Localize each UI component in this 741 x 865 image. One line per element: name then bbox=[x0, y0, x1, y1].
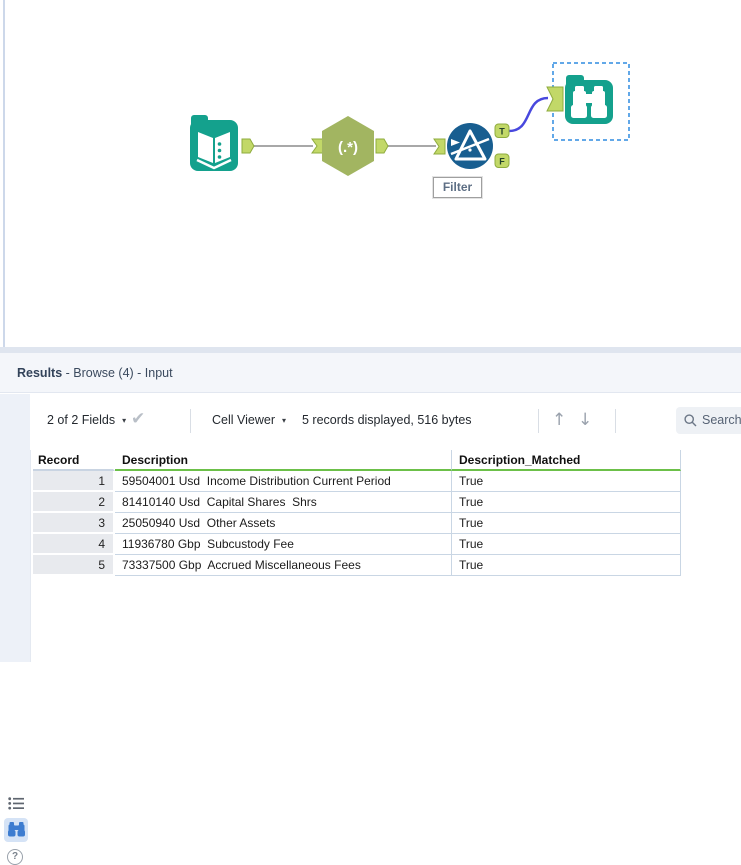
column-header-record[interactable]: Record bbox=[33, 450, 115, 471]
chevron-down-icon: ▾ bbox=[122, 416, 127, 425]
scroll-up-arrow-icon[interactable]: ↑ bbox=[552, 406, 566, 434]
results-title-bar: Results - Browse (4) - Input bbox=[0, 353, 741, 393]
regex-input-anchor[interactable] bbox=[311, 138, 324, 154]
matched-cell[interactable]: True bbox=[452, 534, 681, 555]
description-cell[interactable]: 11936780 Gbp Subcustody Fee bbox=[115, 534, 452, 555]
results-table: Record Description Description_Matched 1… bbox=[33, 450, 681, 576]
input-data-tool[interactable] bbox=[190, 115, 255, 171]
results-title: Results bbox=[17, 366, 63, 380]
description-cell[interactable]: 73337500 Gbp Accrued Miscellaneous Fees bbox=[115, 555, 452, 576]
column-header-description-matched[interactable]: Description_Matched bbox=[452, 450, 681, 471]
description-cell[interactable]: 81410140 Usd Capital Shares Shrs bbox=[115, 492, 452, 513]
filter-tool-label[interactable]: Filter bbox=[433, 177, 482, 198]
workflow-svg: (.*) T F bbox=[190, 62, 630, 176]
search-placeholder: Search bbox=[702, 413, 741, 427]
scroll-down-arrow-icon[interactable]: ↓ bbox=[578, 406, 592, 434]
help-icon[interactable]: ? bbox=[7, 849, 23, 865]
anchor-t-label: T bbox=[499, 127, 505, 137]
column-header-description[interactable]: Description bbox=[115, 450, 452, 471]
table-row[interactable]: 1 59504001 Usd Income Distribution Curre… bbox=[33, 471, 681, 492]
results-toolbar: 2 of 2 Fields ▾ ✔ Cell Viewer ▾ 5 records … bbox=[30, 394, 741, 450]
input-data-output-anchor[interactable] bbox=[241, 138, 255, 154]
apply-checkmark-icon[interactable]: ✔ bbox=[131, 405, 145, 433]
browse-tool[interactable] bbox=[546, 62, 630, 141]
search-input[interactable]: Search bbox=[676, 407, 741, 434]
fields-dropdown-label: 2 of 2 Fields bbox=[47, 413, 116, 427]
filter-false-anchor[interactable]: F bbox=[494, 153, 510, 168]
anchor-f-label: F bbox=[499, 157, 505, 167]
toolbar-separator bbox=[190, 409, 191, 433]
regex-glyph-label: (.*) bbox=[338, 139, 358, 156]
cell-viewer-label: Cell Viewer bbox=[212, 413, 275, 427]
table-row[interactable]: 5 73337500 Gbp Accrued Miscellaneous Fee… bbox=[33, 555, 681, 576]
chevron-down-icon: ▾ bbox=[282, 416, 287, 425]
results-icon-strip: ? bbox=[0, 394, 31, 865]
record-cell[interactable]: 3 bbox=[33, 513, 115, 534]
browse-view-tab-selected[interactable] bbox=[4, 818, 28, 842]
description-cell[interactable]: 25050940 Usd Other Assets bbox=[115, 513, 452, 534]
matched-cell[interactable]: True bbox=[452, 555, 681, 576]
matched-cell[interactable]: True bbox=[452, 513, 681, 534]
table-header-row: Record Description Description_Matched bbox=[33, 450, 681, 471]
connection-filter-true-to-browse[interactable] bbox=[508, 96, 549, 133]
input-data-body bbox=[190, 120, 238, 171]
toolbar-separator bbox=[538, 409, 539, 433]
filter-true-anchor[interactable]: T bbox=[494, 123, 510, 138]
regex-tool[interactable]: (.*) bbox=[311, 116, 389, 176]
fields-dropdown[interactable]: 2 of 2 Fields ▾ bbox=[47, 406, 126, 434]
table-row[interactable]: 3 25050940 Usd Other Assets True bbox=[33, 513, 681, 534]
record-cell[interactable]: 1 bbox=[33, 471, 115, 492]
binoculars-small-icon bbox=[7, 822, 25, 837]
matched-cell[interactable]: True bbox=[452, 471, 681, 492]
toolbar-separator bbox=[615, 409, 616, 433]
search-icon bbox=[684, 414, 697, 427]
results-title-suffix: - Browse (4) - Input bbox=[62, 366, 173, 380]
record-cell[interactable]: 4 bbox=[33, 534, 115, 555]
matched-cell[interactable]: True bbox=[452, 492, 681, 513]
filter-tool[interactable]: T F bbox=[433, 123, 510, 169]
cell-viewer-dropdown[interactable]: Cell Viewer ▾ bbox=[212, 406, 286, 434]
regex-output-anchor[interactable] bbox=[375, 138, 389, 154]
table-row[interactable]: 2 81410140 Usd Capital Shares Shrs True bbox=[33, 492, 681, 513]
table-row[interactable]: 4 11936780 Gbp Subcustody Fee True bbox=[33, 534, 681, 555]
table-body: 1 59504001 Usd Income Distribution Curre… bbox=[33, 471, 681, 576]
metadata-list-icon[interactable] bbox=[8, 797, 24, 815]
workflow-canvas[interactable]: (.*) T F Filter bbox=[0, 0, 741, 347]
record-cell[interactable]: 2 bbox=[33, 492, 115, 513]
browse-input-anchor[interactable] bbox=[546, 86, 564, 112]
records-info: 5 records displayed, 516 bytes bbox=[302, 413, 472, 427]
record-cell[interactable]: 5 bbox=[33, 555, 115, 576]
description-cell[interactable]: 59504001 Usd Income Distribution Current… bbox=[115, 471, 452, 492]
